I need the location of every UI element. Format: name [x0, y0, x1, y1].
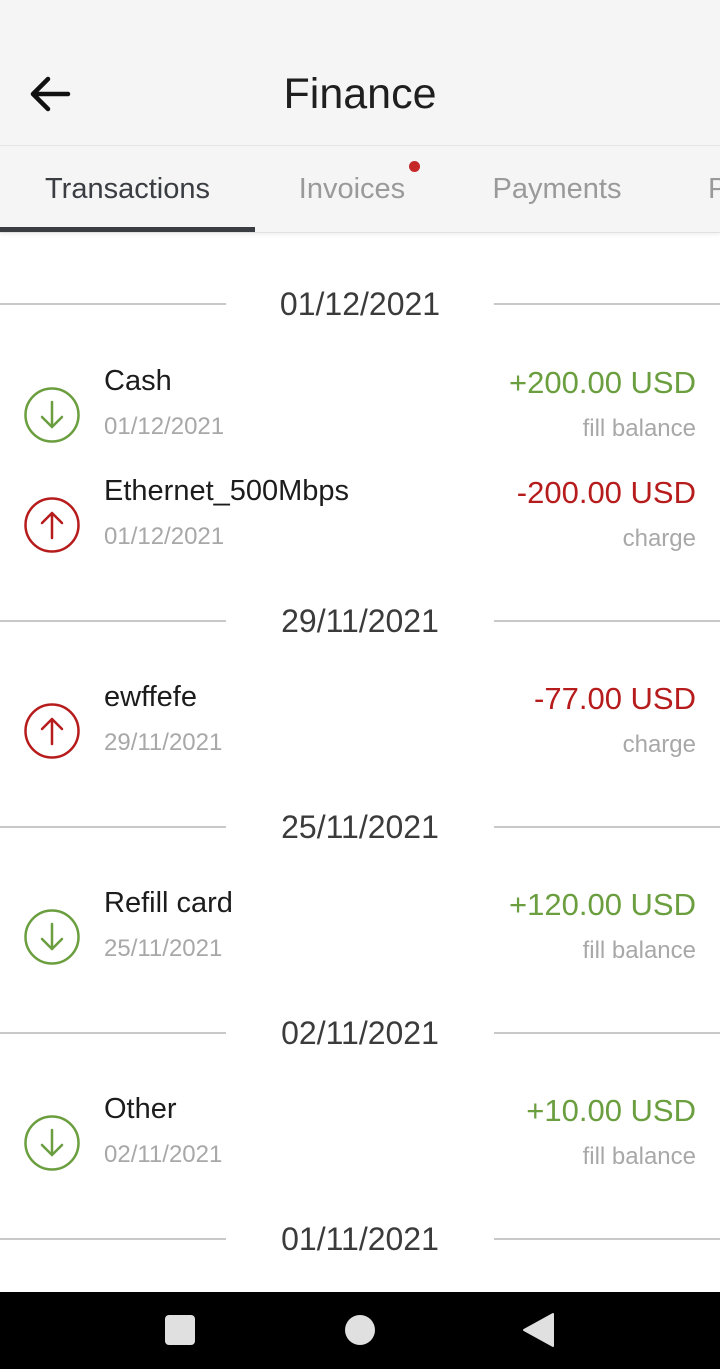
transaction-amount: -77.00 USD: [534, 681, 696, 716]
active-tab-indicator: [0, 227, 255, 232]
transaction-date: 01/12/2021: [104, 523, 225, 550]
transactions-list[interactable]: 01/12/2021 Cash 01/12/2021 +200.00 USD f…: [0, 233, 720, 1292]
tab-invoices[interactable]: Invoices: [255, 146, 449, 232]
transaction-amount: -200.00 USD: [516, 475, 696, 510]
transaction-item[interactable]: Cash 01/12/2021 +200.00 USD fill balance: [0, 365, 720, 465]
transaction-item[interactable]: ewffefe 29/11/2021 -77.00 USD charge: [0, 681, 720, 781]
transaction-title: Other: [104, 1093, 177, 1125]
arrow-up-circle-icon: [24, 497, 80, 553]
square-icon[interactable]: [160, 1310, 200, 1350]
transaction-item[interactable]: Refill card 25/11/2021 +120.00 USD fill …: [0, 887, 720, 987]
date-separator: 29/11/2021: [0, 596, 720, 646]
transaction-date: 25/11/2021: [104, 935, 223, 962]
divider: [494, 620, 720, 622]
transaction-type: fill balance: [582, 415, 696, 442]
divider: [494, 1238, 720, 1240]
transaction-amount: +200.00 USD: [509, 365, 696, 400]
transaction-date: 29/11/2021: [104, 729, 223, 756]
system-navigation-bar: [0, 1292, 720, 1369]
arrow-down-circle-icon: [24, 909, 80, 965]
tab-bar: Transactions Invoices Payments P: [0, 146, 720, 233]
transaction-title: Cash: [104, 365, 172, 397]
transaction-amount: +10.00 USD: [526, 1093, 696, 1128]
transaction-item[interactable]: Ethernet_500Mbps 01/12/2021 -200.00 USD …: [0, 475, 720, 575]
triangle-back-icon[interactable]: [518, 1310, 558, 1350]
transaction-title: Ethernet_500Mbps: [104, 475, 350, 507]
divider: [494, 303, 720, 305]
transaction-item[interactable]: Other 02/11/2021 +10.00 USD fill balance: [0, 1093, 720, 1193]
divider: [494, 826, 720, 828]
arrow-down-circle-icon: [24, 387, 80, 443]
notification-dot: [409, 161, 420, 172]
date-separator: 01/11/2021: [0, 1214, 720, 1264]
arrow-up-circle-icon: [24, 703, 80, 759]
page-title: Finance: [283, 70, 437, 118]
transaction-date: 01/12/2021: [104, 413, 225, 440]
transaction-amount: +120.00 USD: [509, 887, 696, 922]
tab-transactions[interactable]: Transactions: [0, 146, 255, 232]
transaction-type: charge: [622, 525, 696, 552]
tab-payments[interactable]: Payments: [460, 146, 654, 232]
transaction-title: Refill card: [104, 887, 233, 919]
circle-icon[interactable]: [340, 1310, 380, 1350]
tab-overflow[interactable]: P: [700, 146, 720, 232]
transaction-type: fill balance: [582, 1143, 696, 1170]
date-separator: 01/12/2021: [0, 279, 720, 329]
date-separator: 02/11/2021: [0, 1008, 720, 1058]
transaction-type: charge: [622, 731, 696, 758]
app-header: Finance: [0, 0, 720, 146]
transaction-title: ewffefe: [104, 681, 197, 713]
transaction-type: fill balance: [582, 937, 696, 964]
transaction-date: 02/11/2021: [104, 1141, 223, 1168]
arrow-down-circle-icon: [24, 1115, 80, 1171]
date-separator: 25/11/2021: [0, 802, 720, 852]
divider: [494, 1032, 720, 1034]
